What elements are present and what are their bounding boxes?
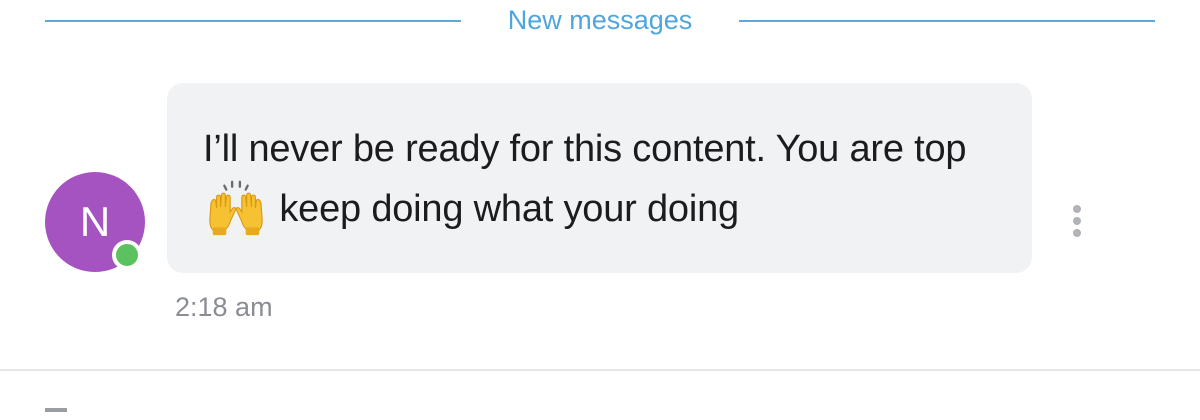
conversation-view: New messages N I’ll never be ready for t… [0,0,1200,420]
divider-line-left [45,20,461,22]
more-vertical-icon[interactable] [1066,205,1088,241]
composer-edge [45,408,67,412]
new-messages-divider: New messages [45,0,1155,44]
online-status-dot [112,240,142,270]
message-text: I’ll never be ready for this content. Yo… [203,119,1002,239]
new-messages-label: New messages [507,5,693,35]
message-text-part-2: keep doing what your doing [279,188,739,230]
message-bubble[interactable]: I’ll never be ready for this content. Yo… [167,83,1032,273]
composer-divider [0,369,1200,371]
divider-line-right [739,20,1155,22]
message-text-part-1: I’ll never be ready for this content. Yo… [203,128,967,170]
message-timestamp: 2:18 am [175,292,273,322]
raising-hands-emoji-icon [209,180,263,236]
